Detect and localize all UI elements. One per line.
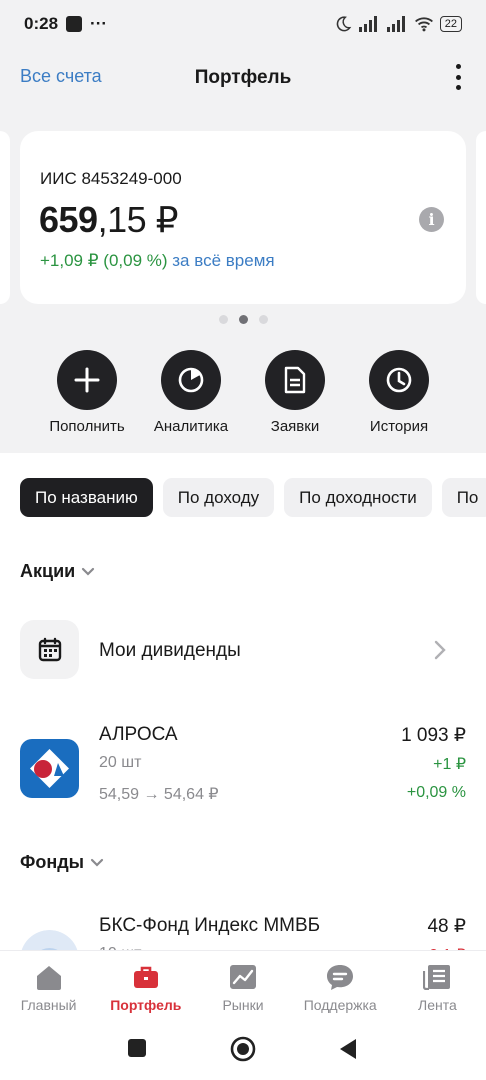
- action-label: История: [369, 418, 429, 435]
- moon-icon: [336, 16, 352, 32]
- my-dividends-row[interactable]: Мои дивиденды: [20, 620, 466, 682]
- news-icon: [389, 963, 486, 991]
- nav-label: Поддержка: [303, 997, 377, 1013]
- previous-account-card[interactable]: [0, 131, 10, 304]
- history-button[interactable]: История: [344, 350, 454, 435]
- account-change: +1,09 ₽ (0,09 %) за всё время: [40, 251, 275, 271]
- back-button-icon[interactable]: [338, 1038, 358, 1060]
- filter-by-yield[interactable]: По доходности: [284, 478, 432, 517]
- carousel-dot-active: [238, 315, 248, 324]
- filter-more[interactable]: По: [441, 478, 486, 517]
- quick-actions: Пополнить Аналитика Заявки История: [0, 350, 486, 440]
- asset-price-range: 54,59 → 54,64 ₽: [99, 786, 219, 803]
- signal-icon-2: [386, 16, 405, 32]
- alrosa-logo: [20, 739, 79, 798]
- calendar-icon: [20, 620, 79, 679]
- clock-icon: [369, 350, 429, 410]
- orders-button[interactable]: Заявки: [240, 350, 350, 435]
- carousel-indicator: [0, 315, 486, 324]
- nav-label: Рынки: [222, 997, 264, 1013]
- more-dot-icon: [455, 85, 461, 90]
- top-up-button[interactable]: Пополнить: [32, 350, 142, 435]
- analytics-button[interactable]: Аналитика: [136, 350, 246, 435]
- account-change-period[interactable]: за всё время: [172, 251, 274, 270]
- chevron-down-icon: [82, 567, 95, 576]
- home-icon: [0, 963, 97, 991]
- filter-by-name[interactable]: По названию: [20, 478, 153, 517]
- next-account-card[interactable]: [476, 131, 486, 304]
- info-icon[interactable]: i: [419, 207, 444, 232]
- home-button-icon[interactable]: [230, 1036, 256, 1062]
- chevron-right-icon: [434, 640, 446, 660]
- account-name: ИИС 8453249-000: [40, 169, 182, 188]
- nav-label: Портфель: [110, 997, 182, 1013]
- asset-change: +1 ₽: [433, 756, 466, 773]
- plus-icon: [57, 350, 117, 410]
- nav-label: Лента: [418, 997, 457, 1013]
- nav-support[interactable]: Поддержка: [292, 951, 389, 1020]
- asset-name: БКС-Фонд Индекс ММВБ: [99, 915, 321, 936]
- more-menu-button[interactable]: [452, 64, 464, 90]
- filter-by-income[interactable]: По доходу: [162, 478, 275, 517]
- chat-icon: [292, 963, 389, 991]
- sort-filters: По названию По доходу По доходности По: [20, 478, 486, 517]
- asset-quantity: 20 шт: [99, 754, 142, 771]
- account-change-value: +1,09 ₽ (0,09 %): [40, 251, 168, 270]
- nav-portfolio[interactable]: Портфель: [97, 951, 194, 1020]
- briefcase-icon: [97, 963, 194, 991]
- recents-button-icon[interactable]: [127, 1038, 147, 1058]
- asset-name: АЛРОСА: [99, 724, 178, 745]
- notification-app-icon: [66, 16, 83, 32]
- chevron-down-icon: [90, 858, 104, 867]
- action-label: Аналитика: [153, 418, 229, 435]
- document-icon: [265, 350, 325, 410]
- carousel-dot: [258, 315, 268, 324]
- more-dot-icon: [455, 64, 461, 69]
- bottom-navigation: Главный Портфель Рынки Поддержка Лента: [0, 950, 486, 1020]
- section-title: Акции: [20, 561, 76, 581]
- more-dot-icon: [455, 74, 461, 80]
- dividends-label: Мои дивиденды: [99, 640, 241, 661]
- funds-section-header[interactable]: Фонды: [20, 852, 104, 873]
- chart-icon: [194, 963, 291, 991]
- pie-chart-icon: [161, 350, 221, 410]
- nav-label: Главный: [20, 997, 77, 1013]
- carousel-dot: [218, 315, 228, 324]
- asset-row-alrosa[interactable]: АЛРОСА 20 шт 54,59 → 54,64 ₽ 1 093 ₽ +1 …: [20, 724, 466, 814]
- section-title: Фонды: [20, 852, 85, 872]
- nav-feed[interactable]: Лента: [389, 951, 486, 1020]
- account-card[interactable]: ИИС 8453249-000 659,15 ₽ +1,09 ₽ (0,09 %…: [20, 131, 466, 304]
- asset-value: 48 ₽: [427, 916, 466, 937]
- battery-indicator: 22: [439, 16, 462, 32]
- system-navigation-bar: [0, 1020, 486, 1080]
- account-value-int: 659: [39, 199, 98, 240]
- status-time: 0:28: [24, 14, 59, 33]
- account-value-fraction: ,15 ₽: [97, 199, 179, 240]
- status-more: ···: [90, 14, 108, 33]
- stocks-section-header[interactable]: Акции: [20, 561, 95, 582]
- nav-markets[interactable]: Рынки: [194, 951, 291, 1020]
- status-bar: 0:28 ··· 22: [0, 0, 486, 48]
- account-value: 659,15 ₽: [39, 199, 179, 241]
- asset-value: 1 093 ₽: [401, 725, 466, 746]
- action-label: Заявки: [270, 418, 320, 435]
- status-right: 22: [334, 15, 462, 33]
- status-left: 0:28 ···: [24, 14, 107, 34]
- nav-home[interactable]: Главный: [0, 951, 97, 1020]
- asset-change-percent: +0,09 %: [406, 784, 466, 801]
- wifi-icon: [414, 17, 433, 32]
- action-label: Пополнить: [49, 418, 125, 435]
- signal-icon: [358, 16, 377, 32]
- page-title: Портфель: [194, 67, 292, 88]
- app-header: Все счета Портфель: [0, 48, 486, 106]
